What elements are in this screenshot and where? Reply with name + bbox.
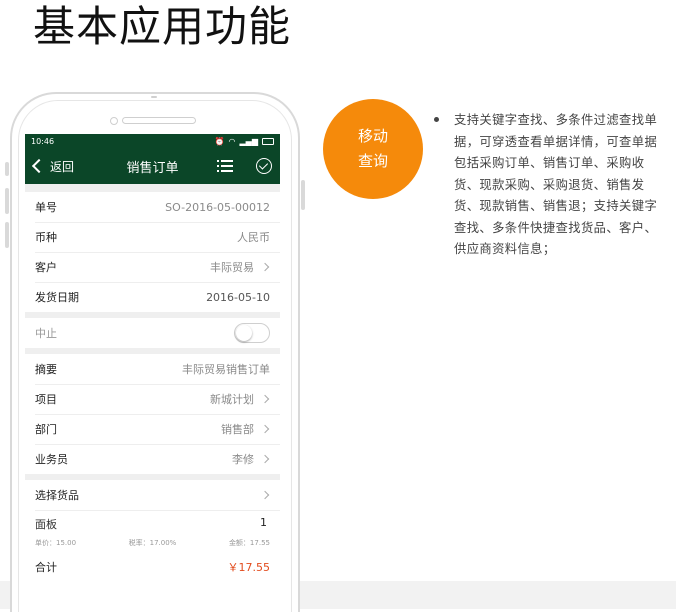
phone-side-button-1: [5, 162, 9, 176]
chevron-right-icon: [260, 454, 270, 464]
ship-date-row[interactable]: 发货日期 2016-05-10: [25, 282, 280, 312]
detail-group: 摘要 丰际贸易销售订单 项目 新城计划 部门 销售部 业务员 李修: [25, 354, 280, 474]
phone-camera: [110, 117, 118, 125]
bullet-icon: [434, 117, 439, 122]
dept-row[interactable]: 部门 销售部: [25, 414, 280, 444]
product-item[interactable]: 面板 1 单价：15.00 税率：17.00% 金额：17.55: [25, 510, 280, 552]
badge-line-1: 移动: [357, 127, 388, 145]
wifi-icon: ◠: [228, 136, 236, 146]
product-name: 面板: [35, 518, 57, 531]
summary-row[interactable]: 摘要 丰际贸易销售订单: [25, 354, 280, 384]
feature-description: 支持关键字查找、多条件过滤查找单据，可穿透查看单据详情，可查单据包括采购订单、销…: [434, 110, 668, 261]
status-time: 10:46: [31, 136, 55, 146]
order-info-group: 单号 SO-2016-05-00012 币种 人民币 客户 丰际贸易 发货日期 …: [25, 192, 280, 312]
currency-value: 人民币: [237, 231, 270, 244]
suspend-group: 中止: [25, 318, 280, 348]
project-value: 新城计划: [210, 393, 254, 406]
alarm-icon: ⏰: [214, 136, 225, 146]
phone-side-button-3: [5, 222, 9, 248]
customer-label: 客户: [35, 261, 57, 274]
salesman-row[interactable]: 业务员 李修: [25, 444, 280, 474]
total-value: ￥17.55: [227, 561, 271, 574]
goods-group: 选择货品 面板 1 单价：15.00 税率：17.00% 金额：17.55 合计…: [25, 480, 280, 582]
page-title: 基本应用功能: [33, 2, 292, 51]
ship-date-label: 发货日期: [35, 291, 79, 304]
currency-label: 币种: [35, 231, 57, 244]
nav-bar: 返回 销售订单: [25, 148, 280, 184]
phone-power-button: [301, 180, 305, 210]
status-bar: 10:46 ⏰ ◠ ▂▄▆: [25, 134, 280, 148]
dept-label: 部门: [35, 423, 57, 436]
phone-speaker: [122, 117, 196, 124]
total-row: 合计 ￥17.55: [25, 552, 280, 582]
signal-icon: ▂▄▆: [239, 136, 258, 146]
salesman-label: 业务员: [35, 453, 68, 466]
customer-row[interactable]: 客户 丰际贸易: [25, 252, 280, 282]
chevron-right-icon: [260, 394, 270, 404]
list-icon[interactable]: [217, 159, 233, 173]
summary-label: 摘要: [35, 363, 57, 376]
phone-top-sensor: [151, 96, 157, 98]
choose-goods-label: 选择货品: [35, 489, 79, 502]
project-label: 项目: [35, 393, 57, 406]
order-no-value: SO-2016-05-00012: [165, 200, 270, 214]
product-unit-price: 单价：15.00: [35, 539, 77, 547]
product-qty: 1: [260, 516, 267, 529]
dept-value: 销售部: [221, 423, 254, 436]
chevron-right-icon: [260, 262, 270, 272]
order-no-row: 单号 SO-2016-05-00012: [25, 192, 280, 222]
chevron-right-icon: [260, 490, 270, 500]
project-row[interactable]: 项目 新城计划: [25, 384, 280, 414]
confirm-check-icon[interactable]: [256, 158, 272, 174]
back-button[interactable]: 返回: [31, 148, 74, 184]
product-tax-rate: 税率：17.00%: [128, 539, 177, 547]
suspend-toggle[interactable]: [234, 323, 270, 343]
suspend-row: 中止: [25, 318, 280, 348]
badge-line-2: 查询: [357, 152, 388, 170]
phone-side-button-2: [5, 188, 9, 214]
customer-value: 丰际贸易: [210, 261, 254, 274]
summary-value: 丰际贸易销售订单: [182, 363, 270, 376]
choose-goods-row[interactable]: 选择货品: [25, 480, 280, 510]
salesman-value: 李修: [232, 453, 254, 466]
suspend-label: 中止: [35, 327, 57, 340]
total-label: 合计: [35, 561, 57, 574]
battery-icon: [262, 137, 274, 145]
ship-date-value: 2016-05-10: [206, 290, 270, 304]
order-no-label: 单号: [35, 201, 57, 214]
status-icons: ⏰ ◠ ▂▄▆: [215, 137, 274, 146]
product-amount: 金额：17.55: [228, 539, 270, 547]
back-label: 返回: [50, 159, 75, 174]
currency-row: 币种 人民币: [25, 222, 280, 252]
mobile-query-badge: 移动 查询: [323, 99, 423, 199]
back-chevron-icon: [31, 158, 47, 174]
chevron-right-icon: [260, 424, 270, 434]
feature-text: 支持关键字查找、多条件过滤查找单据，可穿透查看单据详情，可查单据包括采购订单、销…: [454, 113, 658, 256]
phone-screen: 10:46 ⏰ ◠ ▂▄▆ 返回 销售订单 单号 SO-2016-05-0001…: [25, 134, 280, 582]
